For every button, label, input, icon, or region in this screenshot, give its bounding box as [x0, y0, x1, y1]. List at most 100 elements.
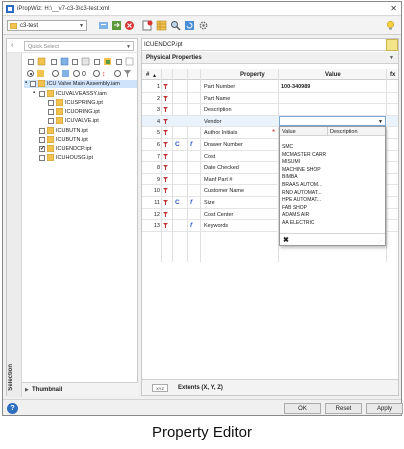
filter-checkbox[interactable]: [94, 59, 100, 65]
row-number: 4: [156, 118, 160, 125]
col-property[interactable]: Property: [240, 72, 265, 78]
other-filter-icon[interactable]: [125, 57, 134, 66]
svg-text:↕: ↕: [102, 71, 106, 78]
tree-checkbox[interactable]: [39, 128, 45, 134]
radio-option[interactable]: [114, 70, 121, 77]
file-action-icon[interactable]: [386, 39, 398, 51]
dropdown-option[interactable]: SMC: [282, 144, 293, 150]
dropdown-divider: [327, 127, 328, 136]
radio-option[interactable]: [52, 70, 59, 77]
lightbulb-icon[interactable]: [385, 20, 396, 31]
sync-icon[interactable]: [111, 20, 122, 31]
tree-item[interactable]: ICUORING.ipt: [24, 108, 137, 116]
drawing-filter-icon[interactable]: [81, 57, 90, 66]
collapse-left-icon[interactable]: ‹: [11, 42, 13, 49]
apply-button[interactable]: Apply: [366, 403, 403, 414]
tree-checkbox[interactable]: [39, 155, 45, 161]
tree-checkbox[interactable]: [48, 118, 54, 124]
part-filter-icon[interactable]: [60, 57, 69, 66]
tree-checkbox[interactable]: [48, 109, 54, 115]
dropdown-option[interactable]: ADAMS AIR: [282, 212, 309, 218]
assembly-filter-icon[interactable]: [37, 57, 46, 66]
resize-grip-icon[interactable]: ⋰: [378, 238, 383, 244]
help-icon[interactable]: ?: [7, 403, 18, 414]
table-icon[interactable]: [156, 20, 167, 31]
sort-icon[interactable]: ▴: [153, 72, 156, 79]
tree-checkbox[interactable]: ✓: [39, 146, 45, 152]
selection-tab[interactable]: Selection: [8, 364, 14, 391]
dropdown-option[interactable]: MISUMI: [282, 159, 300, 165]
col-fx[interactable]: fx: [390, 72, 395, 78]
quick-select-combo[interactable]: Quick Select ▼: [24, 41, 134, 51]
tree-item[interactable]: ICUVALVE.ipt: [24, 117, 137, 125]
dropdown-option[interactable]: AA ELECTRIC: [282, 220, 315, 226]
side-tab-strip: Selection: [7, 53, 22, 397]
tree-item[interactable]: ICUHOUSG.ipt: [24, 154, 137, 162]
property-row[interactable]: 1 Part Number 100-340989: [142, 81, 398, 93]
tree-checkbox[interactable]: [30, 81, 36, 87]
filter-checkbox[interactable]: [72, 59, 78, 65]
pin-icon[interactable]: [162, 95, 169, 102]
pin-icon[interactable]: [162, 118, 169, 125]
dropdown-option[interactable]: BRAAS AUTOM...: [282, 182, 322, 188]
tree-item[interactable]: ▪ ICUVALVEASSY.iam: [24, 90, 137, 98]
section-header[interactable]: Physical Properties ▼: [142, 52, 398, 64]
dropdown-option[interactable]: HPE AUTOMAT...: [282, 197, 321, 203]
dropdown-option[interactable]: FAB SHOP: [282, 205, 307, 211]
radio-option[interactable]: [93, 70, 100, 77]
clear-icon[interactable]: ✖: [283, 236, 289, 244]
xyz-icon[interactable]: XYZ: [152, 384, 168, 392]
import-icon[interactable]: [98, 20, 109, 31]
pin-icon[interactable]: [162, 83, 169, 90]
col-value[interactable]: Value: [325, 72, 341, 78]
filter-checkbox[interactable]: [51, 59, 57, 65]
new-property-icon[interactable]: [142, 20, 153, 31]
toolbar: c3-test ▼: [3, 17, 401, 35]
presentation-filter-icon[interactable]: [103, 57, 112, 66]
pin-icon[interactable]: [162, 176, 169, 183]
fx-icon[interactable]: f: [190, 222, 192, 229]
quick-select-placeholder: Quick Select: [28, 44, 59, 50]
project-combo[interactable]: c3-test ▼: [7, 20, 87, 31]
tree-checkbox[interactable]: [48, 100, 54, 106]
dropdown-option[interactable]: MCMASTER CARR: [282, 152, 326, 158]
thumbnail-header[interactable]: ▶ Thumbnail: [22, 382, 138, 396]
radio-all[interactable]: [27, 70, 34, 77]
tree-checkbox[interactable]: [39, 137, 45, 143]
filter-checkbox[interactable]: [28, 59, 34, 65]
tree-item[interactable]: ✓ ICUENDCP.ipt: [24, 145, 137, 153]
pin-icon[interactable]: [162, 153, 169, 160]
filter-checkbox[interactable]: [116, 59, 122, 65]
pin-icon[interactable]: [162, 222, 169, 229]
property-value[interactable]: 100-340989: [281, 84, 310, 90]
search-icon[interactable]: [170, 20, 181, 31]
dropdown-option[interactable]: RND AUTOMAT...: [282, 190, 322, 196]
gear-icon[interactable]: [198, 20, 209, 31]
pin-icon[interactable]: [162, 141, 169, 148]
tree-item[interactable]: ICUBUTN.ipt: [24, 136, 137, 144]
refresh-icon[interactable]: [184, 20, 195, 31]
tree-item[interactable]: ICUSPRING.ipt: [24, 99, 137, 107]
ok-button[interactable]: OK: [284, 403, 321, 414]
vendor-value-field[interactable]: ▼: [279, 116, 386, 126]
tree-item[interactable]: ICUBUTN.ipt: [24, 127, 137, 135]
tree-checkbox[interactable]: [39, 91, 45, 97]
pin-icon[interactable]: [162, 106, 169, 113]
row-number: 9: [156, 176, 160, 183]
fx-icon[interactable]: f: [190, 199, 192, 206]
pin-icon[interactable]: [162, 199, 169, 206]
pin-icon[interactable]: [162, 164, 169, 171]
pin-icon[interactable]: [162, 129, 169, 136]
pin-icon[interactable]: [162, 211, 169, 218]
pin-icon[interactable]: [162, 187, 169, 194]
property-row[interactable]: 3 Description: [142, 104, 398, 116]
tree-item[interactable]: ▪ ICU Valve Main Assembly.iam: [24, 80, 137, 88]
delete-icon[interactable]: [124, 20, 135, 31]
radio-option[interactable]: [73, 70, 80, 77]
dropdown-option[interactable]: BIMBA: [282, 174, 298, 180]
dropdown-option[interactable]: MACHINE SHOP: [282, 167, 321, 173]
property-row[interactable]: 2 Part Name: [142, 93, 398, 105]
fx-icon[interactable]: f: [190, 141, 192, 148]
reset-button[interactable]: Reset: [325, 403, 362, 414]
close-icon[interactable]: ✕: [390, 4, 397, 13]
